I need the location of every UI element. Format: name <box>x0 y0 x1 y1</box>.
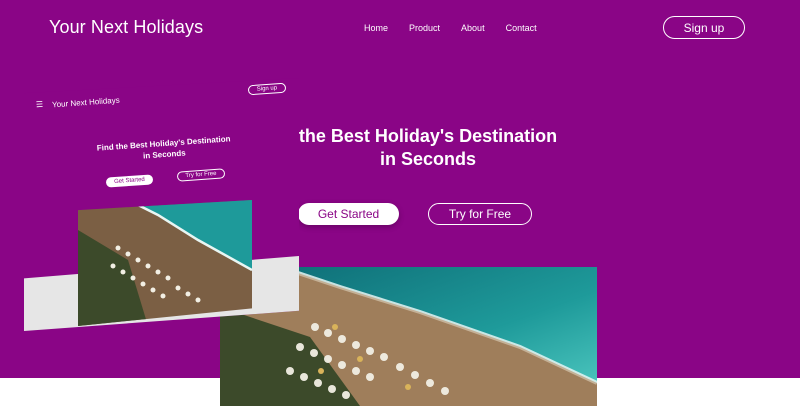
main-nav: Home Product About Contact <box>364 23 537 33</box>
mockup-headline: Find the Best Holiday's Destination in S… <box>96 134 231 161</box>
mockup-beach-photo <box>78 200 252 326</box>
landing-page: Your Next Holidays Home Product About Co… <box>0 0 800 406</box>
get-started-button[interactable]: Get Started <box>298 203 399 225</box>
hero-headline-line1: the Best Holiday's Destination <box>298 126 558 146</box>
signup-button[interactable]: Sign up <box>663 16 745 39</box>
try-for-free-button[interactable]: Try for Free <box>428 203 532 225</box>
nav-product[interactable]: Product <box>409 23 440 33</box>
nav-contact[interactable]: Contact <box>506 23 537 33</box>
mockup-signup-button: Sign up <box>247 82 287 96</box>
app-preview-mockup: ☰ Your Next Holidays Sign up Find the Be… <box>24 78 299 331</box>
brand-logo-text[interactable]: Your Next Holidays <box>49 17 203 38</box>
mockup-get-started: Get Started <box>105 174 154 188</box>
nav-home[interactable]: Home <box>364 23 388 33</box>
mockup-try-for-free: Try for Free <box>176 168 226 182</box>
mockup-frame: ☰ Your Next Holidays Sign up Find the Be… <box>24 78 299 331</box>
hero-headline: the Best Holiday's Destination in Second… <box>258 125 598 171</box>
nav-about[interactable]: About <box>461 23 485 33</box>
mockup-brand: Your Next Holidays <box>51 95 120 110</box>
hero-headline-line2: in Seconds <box>379 149 477 169</box>
mockup-menu-icon: ☰ <box>35 99 44 110</box>
